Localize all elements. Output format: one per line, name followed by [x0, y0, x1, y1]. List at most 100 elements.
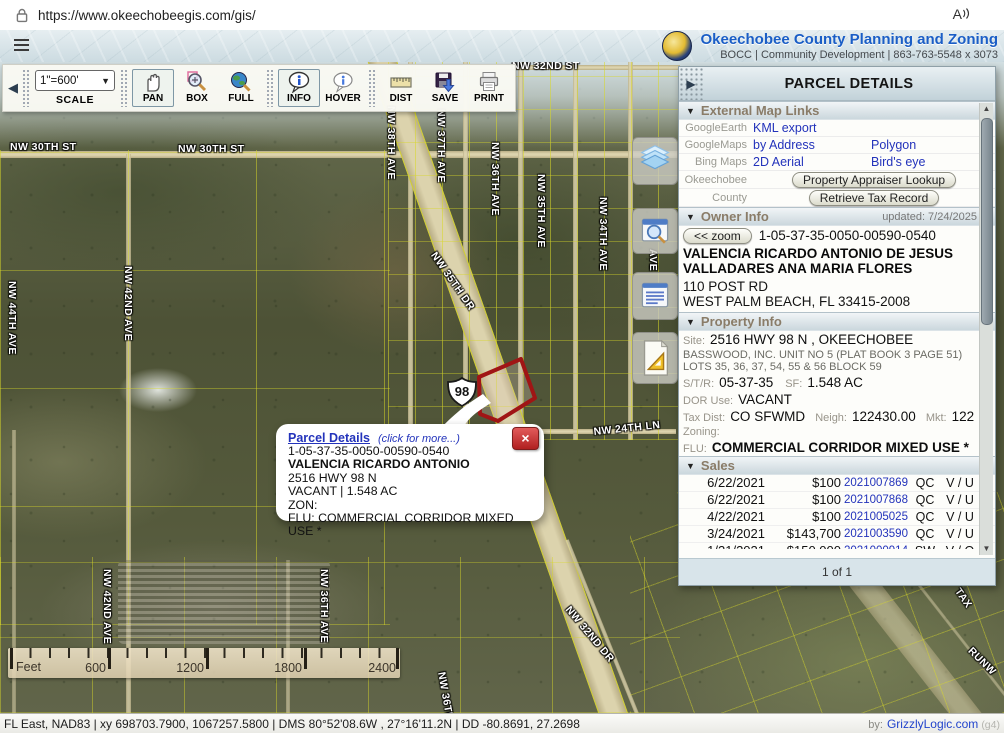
dor-label: DOR Use:: [683, 395, 733, 407]
scalebar-tick-label: 1200: [168, 661, 204, 675]
street-label: NW 35TH AVE: [535, 174, 547, 248]
street-label: NW 34TH AVE: [597, 197, 609, 271]
link-label: GoogleEarth: [679, 122, 753, 134]
read-aloud-icon[interactable]: A: [953, 6, 970, 22]
toolbar-grip[interactable]: [22, 69, 30, 107]
popup-parcel-id: 1-05-37-35-0050-00590-0540: [288, 445, 532, 458]
site-row: Site: 2516 HWY 98 N , OKEECHOBEE: [679, 331, 995, 348]
retrieve-tax-record-button[interactable]: Retrieve Tax Record: [809, 190, 940, 206]
zoom-row: << zoom 1-05-37-35-0050-00590-0540: [679, 226, 995, 245]
zoom-to-parcel-button[interactable]: << zoom: [683, 228, 752, 244]
county-row-2: County Retrieve Tax Record: [679, 189, 995, 207]
report-tool-button[interactable]: [632, 272, 678, 320]
sale-doc-link[interactable]: 2021005025: [841, 509, 911, 525]
sale-vu: V / O: [939, 543, 981, 549]
scroll-up-icon[interactable]: ▲: [980, 103, 993, 115]
parcel-popup: Parcel Details(click for more...) 1-05-3…: [276, 424, 544, 521]
sale-type: QC: [911, 475, 939, 491]
section-title: Property Info: [701, 314, 782, 329]
birds-eye-link[interactable]: Bird's eye: [871, 155, 926, 169]
street-label: NW 36TH AVE: [318, 569, 330, 643]
zoom-box-button[interactable]: BOX: [176, 69, 218, 107]
full-extent-button[interactable]: FULL: [220, 69, 262, 107]
distance-button[interactable]: DIST: [380, 69, 422, 107]
toolbar-grip[interactable]: [266, 69, 274, 107]
sales-row: 6/22/2021 $100 2021007869 QC V / U: [679, 475, 995, 492]
url-text[interactable]: https://www.okeechobeegis.com/gis/: [38, 8, 256, 23]
measure-page-icon: [636, 337, 674, 379]
popup-details-link[interactable]: Parcel Details: [288, 431, 370, 445]
legal-line-1: BASSWOOD, INC. UNIT NO 5 (PLAT BOOK 3 PA…: [683, 349, 991, 361]
by-address-link[interactable]: by Address: [753, 138, 815, 152]
sale-doc-link[interactable]: 2021007869: [841, 475, 911, 491]
by-label: by:: [868, 719, 883, 731]
legal-description: BASSWOOD, INC. UNIT NO 5 (PLAT BOOK 3 PA…: [679, 348, 995, 374]
toolbar-grip[interactable]: [120, 69, 128, 107]
pan-button[interactable]: PAN: [132, 69, 174, 107]
taxdist-value: CO SFWMD: [730, 409, 805, 424]
panel-scrollbar[interactable]: ▲ ▼: [979, 103, 993, 555]
collapse-panel-icon[interactable]: ▶: [679, 67, 703, 100]
button-label: SAVE: [425, 93, 465, 104]
measure-tool-button[interactable]: [632, 332, 678, 384]
grizzlylogic-link[interactable]: GrizzlyLogic.com: [887, 717, 978, 731]
section-title: External Map Links: [701, 103, 819, 118]
section-property-info[interactable]: ▼ Property Info: [679, 312, 995, 331]
aerial-link[interactable]: 2D Aerial: [753, 155, 804, 169]
scalebar-tick-label: 2400: [360, 661, 396, 675]
sale-price: $150,000: [765, 543, 841, 549]
save-button[interactable]: SAVE: [424, 69, 466, 107]
property-appraiser-button[interactable]: Property Appraiser Lookup: [792, 172, 956, 188]
county-row-1: Okeechobee Property Appraiser Lookup: [679, 171, 995, 189]
identify-tool-button[interactable]: [632, 208, 678, 254]
dor-row: DOR Use: VACANT: [679, 391, 995, 408]
chevron-down-icon: ▼: [101, 76, 110, 86]
scale-select[interactable]: 1"=600' ▼: [35, 70, 115, 91]
sf-value: 1.548 AC: [807, 375, 863, 390]
toolbar-grip[interactable]: [368, 69, 376, 107]
collapse-toolbar-icon[interactable]: ◀: [8, 80, 18, 96]
kml-export-link[interactable]: KML export: [753, 121, 816, 135]
save-floppy-icon: [433, 71, 457, 93]
lock-icon[interactable]: [16, 8, 28, 23]
chevron-down-icon: ▼: [686, 106, 695, 116]
sales-row: 4/22/2021 $100 2021005025 QC V / U: [679, 509, 995, 526]
sale-doc-link[interactable]: 2021007868: [841, 492, 911, 508]
panel-title: PARCEL DETAILS: [703, 67, 995, 100]
info-balloon-icon: [287, 71, 311, 93]
scale-value: 1"=600': [40, 75, 79, 87]
sale-doc-link[interactable]: 2021003590: [841, 526, 911, 542]
section-owner-info[interactable]: ▼ Owner Info updated: 7/24/2025: [679, 207, 995, 226]
menu-icon[interactable]: [14, 39, 29, 54]
sf-label: SF:: [785, 378, 802, 390]
popup-close-button[interactable]: ×: [512, 427, 539, 450]
polygon-link[interactable]: Polygon: [871, 138, 916, 152]
map-canvas[interactable]: NW 32ND ST NW 30TH ST NW 30TH ST NW 38TH…: [0, 62, 1004, 713]
section-sales[interactable]: ▼ Sales: [679, 456, 995, 475]
browser-address-bar[interactable]: https://www.okeechobeegis.com/gis/ A: [0, 0, 1004, 31]
scalebar-unit: Feet: [16, 660, 41, 674]
sale-type: QC: [911, 492, 939, 508]
legal-line-2: LOTS 35, 36, 37, 54, 55 & 56 BLOCK 59: [683, 361, 991, 373]
button-label: PRINT: [469, 93, 509, 104]
sale-doc-link[interactable]: 2021000914: [841, 543, 911, 549]
scrollbar-thumb[interactable]: [981, 118, 993, 325]
app-title: Okeechobee County Planning and Zoning: [700, 31, 998, 48]
layers-tool-button[interactable]: [632, 137, 678, 185]
street-label: NW 38TH AVE: [385, 106, 397, 180]
status-bar: FL East, NAD83 | xy 698703.7900, 1067257…: [0, 713, 1004, 733]
button-label: FULL: [221, 93, 261, 104]
scroll-down-icon[interactable]: ▼: [980, 543, 993, 555]
sale-price: $100: [765, 475, 841, 491]
section-title: Sales: [701, 458, 735, 473]
hover-button[interactable]: HOVER: [322, 69, 364, 107]
sale-price: $100: [765, 492, 841, 508]
info-button[interactable]: INFO: [278, 69, 320, 107]
section-title: Owner Info: [701, 209, 769, 224]
county-seal-logo: [662, 31, 692, 61]
section-external-map-links[interactable]: ▼ External Map Links: [679, 101, 995, 120]
button-label: DIST: [381, 93, 421, 104]
print-button[interactable]: PRINT: [468, 69, 510, 107]
link-label: GoogleMaps: [679, 139, 753, 151]
street-label: NW 32ND ST: [512, 62, 580, 72]
